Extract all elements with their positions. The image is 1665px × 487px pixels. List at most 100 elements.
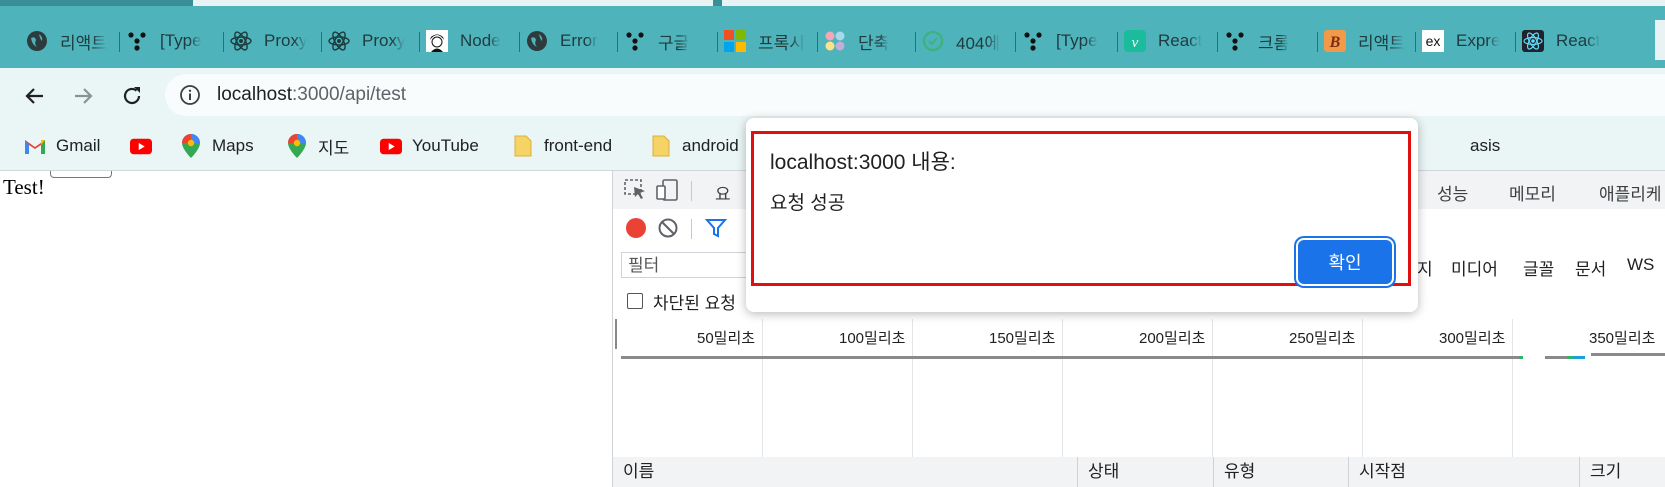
- alert-message: 요청 성공: [770, 193, 846, 214]
- column-initiator[interactable]: 시작점: [1349, 457, 1580, 487]
- tab-11[interactable]: v React: [1118, 22, 1218, 60]
- tab-15[interactable]: React: [1516, 22, 1612, 60]
- folder-icon: [650, 135, 672, 157]
- inspect-element-button[interactable]: [623, 178, 649, 202]
- dots-tree-icon: [1224, 30, 1246, 52]
- column-size[interactable]: 크기: [1580, 457, 1665, 487]
- bookmark-maps[interactable]: Maps: [180, 132, 254, 160]
- clear-button[interactable]: [655, 216, 681, 240]
- tab-strip-top-edge: [0, 0, 1665, 6]
- tab-9[interactable]: 404에: [916, 22, 1016, 60]
- url-path: :3000/api/test: [292, 84, 407, 105]
- bookmark-folder-android[interactable]: android: [650, 132, 739, 160]
- svg-text:ex: ex: [1426, 33, 1441, 49]
- timeline-segment: [1573, 356, 1585, 359]
- device-icon: [656, 179, 678, 201]
- react-icon: [1522, 30, 1544, 52]
- avatar-icon: [426, 30, 448, 52]
- tab-5[interactable]: Error: [520, 22, 618, 60]
- tab-strip-scroll[interactable]: [1655, 20, 1665, 60]
- tab-2[interactable]: Proxy: [224, 22, 322, 60]
- record-icon: [626, 218, 646, 238]
- tab-7[interactable]: 프록시: [718, 22, 818, 60]
- filter-type-img[interactable]: 지: [1417, 255, 1433, 280]
- timeline-segment: [1591, 353, 1665, 356]
- browser-toolbar: localhost:3000/api/test: [0, 68, 1665, 122]
- record-button[interactable]: [623, 216, 649, 240]
- filter-type-font[interactable]: 글꼴: [1523, 255, 1554, 280]
- filter-type-media[interactable]: 미디어: [1451, 255, 1498, 280]
- filter-type-ws[interactable]: WS: [1627, 255, 1654, 275]
- devtools-tab-memory[interactable]: 메모리: [1509, 180, 1556, 205]
- network-table-header: 이름 상태 유형 시작점 크기: [613, 457, 1665, 487]
- tab-14[interactable]: ex Expre: [1416, 22, 1516, 60]
- bookmark-map-kr[interactable]: 지도: [286, 132, 349, 160]
- blocked-requests-label: 차단된 요청: [653, 294, 736, 313]
- devtools-tab-performance[interactable]: 성능: [1437, 180, 1468, 205]
- address-bar[interactable]: localhost:3000/api/test: [165, 74, 1665, 116]
- tab-1[interactable]: [Type: [120, 22, 224, 60]
- tab-10[interactable]: [Type: [1016, 22, 1118, 60]
- folder-icon: [512, 135, 534, 157]
- bookmark-gmail[interactable]: Gmail: [24, 132, 100, 160]
- gmail-icon: [24, 135, 46, 157]
- youtube-icon: [130, 135, 152, 157]
- timeline-left-marker: [615, 319, 617, 349]
- svg-text:v: v: [1132, 35, 1139, 51]
- page-scroll-indicator: [50, 171, 112, 178]
- timeline-segment: [1545, 356, 1567, 359]
- arrow-left-icon: [25, 88, 43, 104]
- tab-strip: 리액트 [Type Proxy Proxy Node Error 구글 프록시 …: [0, 0, 1665, 68]
- dots-tree-icon: [624, 30, 646, 52]
- ex-icon: ex: [1422, 30, 1444, 52]
- timeline-tick-label: 100밀리초: [839, 330, 906, 347]
- bookmark-folder-front-end[interactable]: front-end: [512, 132, 612, 160]
- devtools-tab-0[interactable]: 요: [715, 180, 731, 205]
- color-dots-icon: [824, 30, 846, 52]
- network-timeline[interactable]: 50밀리초 100밀리초 150밀리초 200밀리초 250밀리초 300밀리초…: [613, 319, 1665, 458]
- forward-button[interactable]: [68, 81, 98, 111]
- bookmark-youtube[interactable]: YouTube: [380, 132, 479, 160]
- v-icon: v: [1124, 30, 1146, 52]
- info-icon[interactable]: [179, 84, 201, 106]
- clear-icon: [658, 218, 678, 238]
- alert-dialog: localhost:3000 내용: 요청 성공 확인: [746, 118, 1418, 312]
- blocked-requests-checkbox[interactable]: [627, 293, 643, 309]
- alert-title: localhost:3000 내용:: [770, 151, 956, 174]
- tab-0[interactable]: 리액트: [20, 22, 120, 60]
- back-button[interactable]: [20, 81, 50, 111]
- bookmark-youtube-icon-only[interactable]: [130, 132, 162, 160]
- tab-12[interactable]: 크롬: [1218, 22, 1318, 60]
- b-icon: B: [1324, 30, 1346, 52]
- tab-6[interactable]: 구글: [618, 22, 718, 60]
- tab-3[interactable]: Proxy: [322, 22, 420, 60]
- dots-tree-icon: [1022, 30, 1044, 52]
- react-icon: [328, 30, 350, 52]
- react-icon: [230, 30, 252, 52]
- filter-funnel-icon: [705, 219, 727, 238]
- column-name[interactable]: 이름: [613, 457, 1078, 487]
- timeline-tick-label: 200밀리초: [1139, 330, 1206, 347]
- devtools-tab-application[interactable]: 애플리케: [1599, 180, 1662, 205]
- filter-toggle-button[interactable]: [703, 216, 729, 240]
- filter-input[interactable]: 필터: [621, 252, 751, 278]
- tab-13[interactable]: B 리액트: [1318, 22, 1416, 60]
- tab-4[interactable]: Node: [420, 22, 520, 60]
- page-viewport: Test!: [0, 171, 612, 487]
- device-toolbar-button[interactable]: [655, 178, 681, 202]
- column-type[interactable]: 유형: [1214, 457, 1349, 487]
- url-host: localhost: [217, 84, 292, 105]
- alert-ok-button[interactable]: 확인: [1298, 240, 1392, 284]
- bookmark-asis[interactable]: asis: [1470, 132, 1500, 160]
- filter-type-doc[interactable]: 문서: [1575, 255, 1606, 280]
- microsoft-icon: [724, 30, 746, 52]
- timeline-tick-label: 50밀리초: [697, 330, 756, 347]
- timeline-tick-label: 300밀리초: [1439, 330, 1506, 347]
- globe-icon: [26, 30, 48, 52]
- reload-icon: [123, 87, 141, 105]
- tab-8[interactable]: 단축: [818, 22, 916, 60]
- column-status[interactable]: 상태: [1078, 457, 1214, 487]
- url-text[interactable]: localhost:3000/api/test: [217, 84, 406, 106]
- maps-pin-icon: [180, 134, 202, 158]
- reload-button[interactable]: [117, 81, 147, 111]
